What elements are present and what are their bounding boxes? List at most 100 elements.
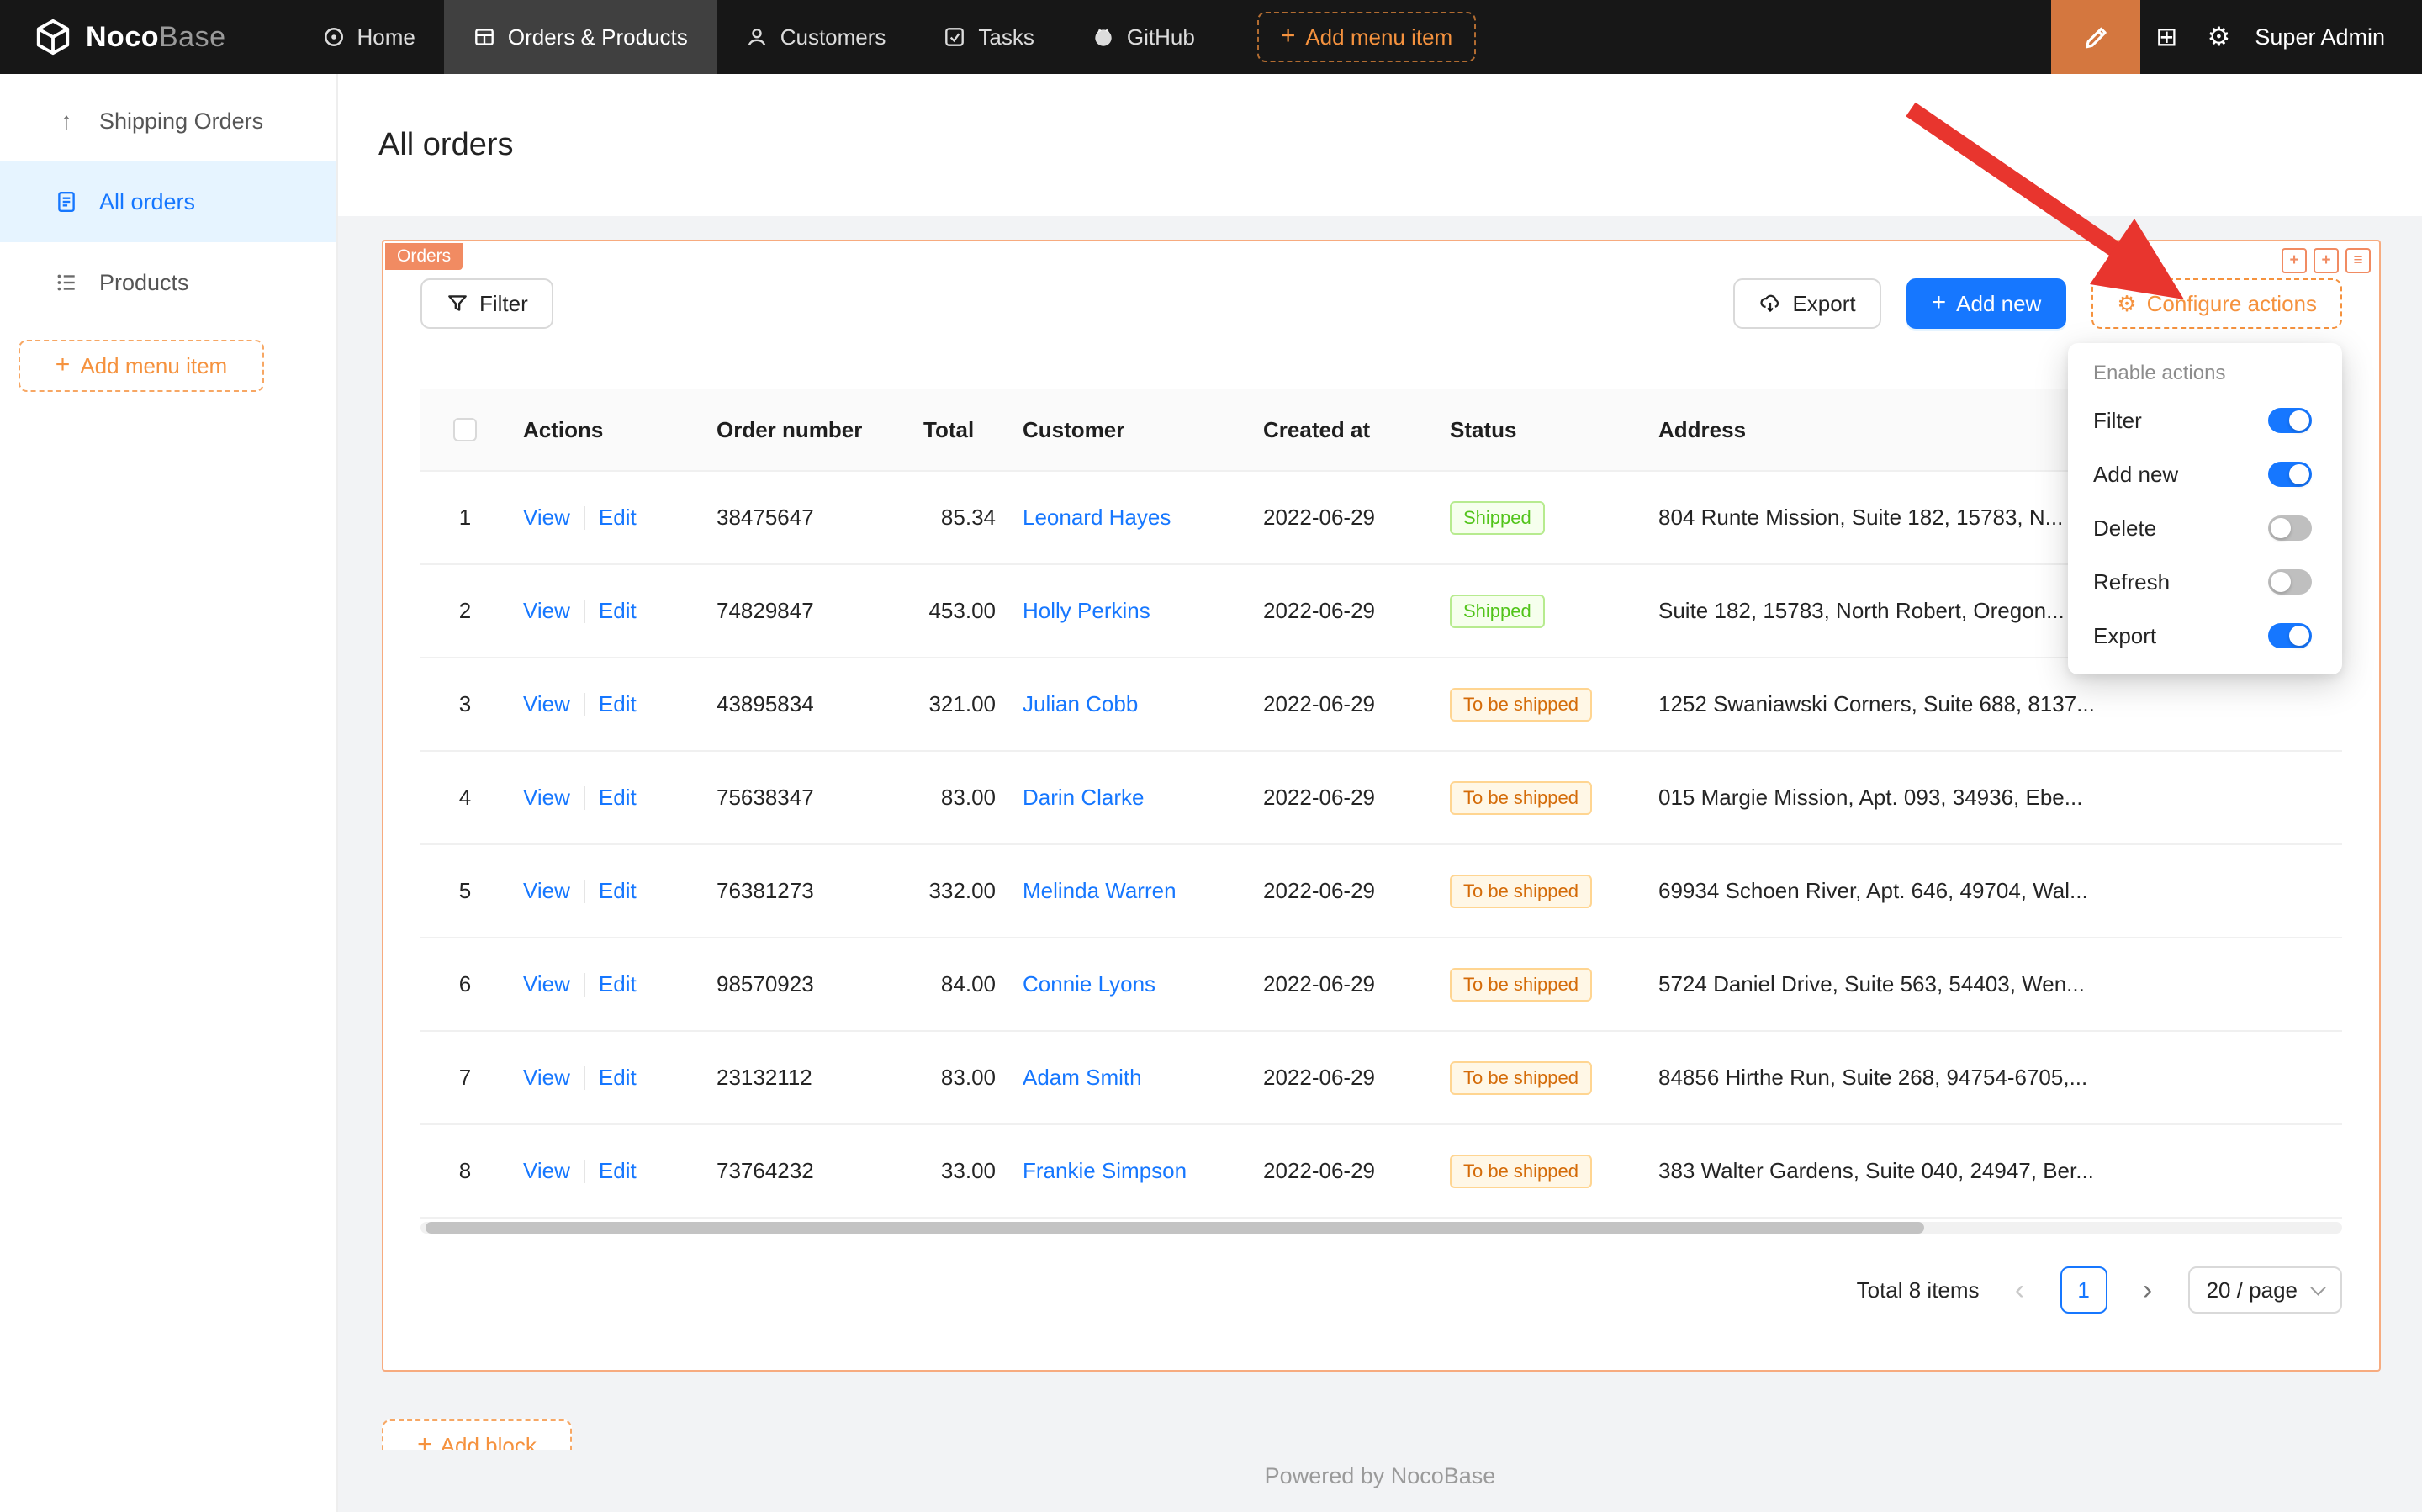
customer-link[interactable]: Frankie Simpson — [1023, 1158, 1187, 1183]
customer-link[interactable]: Darin Clarke — [1023, 785, 1145, 810]
block-menu-icon[interactable]: ≡ — [2345, 248, 2371, 273]
divider — [584, 506, 585, 530]
view-link[interactable]: View — [523, 878, 570, 904]
pagination-next-button[interactable]: › — [2129, 1266, 2166, 1314]
export-button[interactable]: Export — [1733, 278, 1880, 329]
status-badge: Shipped — [1450, 595, 1545, 628]
page-title: All orders — [378, 127, 514, 163]
powered-by-footer: Powered by NocoBase — [338, 1463, 2422, 1489]
export-toggle[interactable] — [2268, 623, 2312, 648]
top-navbar: NocoBase Home Orders & Products Customer… — [0, 0, 2422, 74]
column-header-status: Status — [1436, 417, 1645, 443]
page-header: All orders — [338, 74, 2422, 216]
refresh-toggle[interactable] — [2268, 569, 2312, 595]
view-link[interactable]: View — [523, 1158, 570, 1184]
menu-item-filter[interactable]: Filter — [2068, 394, 2342, 447]
menu-item-delete[interactable]: Delete — [2068, 501, 2342, 555]
add-new-button[interactable]: + Add new — [1906, 278, 2067, 329]
nav-item-customers[interactable]: Customers — [717, 0, 915, 74]
export-icon — [1758, 292, 1782, 315]
column-header-created-at: Created at — [1250, 417, 1436, 443]
edit-link[interactable]: Edit — [599, 691, 637, 717]
status-badge: Shipped — [1450, 501, 1545, 535]
table-row: 2 ViewEdit 74829847 453.00 Holly Perkins… — [420, 565, 2342, 658]
block-designer-tag: Orders — [385, 243, 463, 270]
menu-item-refresh[interactable]: Refresh — [2068, 555, 2342, 609]
pagination: Total 8 items ‹ 1 › 20 / page — [420, 1266, 2342, 1314]
select-all-checkbox[interactable] — [453, 418, 477, 441]
logo-text: NocoBase — [86, 21, 226, 54]
menu-item-export[interactable]: Export — [2068, 609, 2342, 663]
edit-link[interactable]: Edit — [599, 598, 637, 624]
home-icon — [322, 25, 346, 49]
customer-link[interactable]: Adam Smith — [1023, 1065, 1142, 1090]
nav-item-tasks[interactable]: Tasks — [914, 0, 1062, 74]
pagination-prev-button[interactable]: ‹ — [2002, 1266, 2039, 1314]
status-badge: To be shipped — [1450, 875, 1592, 908]
orders-table: Actions Order number Total Customer Crea… — [420, 389, 2342, 1219]
add-block-button[interactable]: + Add block — [382, 1419, 572, 1450]
edit-link[interactable]: Edit — [599, 971, 637, 997]
menu-item-add-new[interactable]: Add new — [2068, 447, 2342, 501]
sidebar-item-products[interactable]: Products — [0, 242, 336, 323]
table-row: 4 ViewEdit 75638347 83.00 Darin Clarke 2… — [420, 752, 2342, 845]
view-link[interactable]: View — [523, 785, 570, 811]
nav-item-home[interactable]: Home — [293, 0, 444, 74]
plus-icon: + — [56, 352, 71, 378]
sidebar-item-all-orders[interactable]: All orders — [0, 161, 336, 242]
plugins-grid-icon[interactable]: ⊞ — [2140, 0, 2192, 74]
add-column-icon[interactable]: + — [2314, 248, 2339, 273]
table-row: 7 ViewEdit 23132112 83.00 Adam Smith 202… — [420, 1032, 2342, 1125]
view-link[interactable]: View — [523, 691, 570, 717]
customer-link[interactable]: Julian Cobb — [1023, 691, 1138, 716]
tasks-icon — [943, 25, 966, 49]
filter-button[interactable]: Filter — [420, 278, 553, 329]
view-link[interactable]: View — [523, 598, 570, 624]
customer-link[interactable]: Connie Lyons — [1023, 971, 1155, 997]
edit-link[interactable]: Edit — [599, 878, 637, 904]
add-new-toggle[interactable] — [2268, 462, 2312, 487]
customer-link[interactable]: Holly Perkins — [1023, 598, 1150, 623]
divider — [584, 1066, 585, 1090]
divider — [584, 1160, 585, 1183]
customer-link[interactable]: Leonard Hayes — [1023, 505, 1171, 530]
pagination-page-1[interactable]: 1 — [2060, 1266, 2107, 1314]
plus-icon: + — [1281, 24, 1296, 49]
scrollbar-thumb[interactable] — [426, 1222, 1924, 1234]
configure-actions-button[interactable]: ⚙ Configure actions — [2091, 278, 2342, 329]
edit-link[interactable]: Edit — [599, 785, 637, 811]
table-toolbar: Filter Export + Add new ⚙ Configure acti… — [420, 278, 2342, 329]
navbar-right-cluster: ⊞ ⚙ Super Admin — [2051, 0, 2422, 74]
table-row: 3 ViewEdit 43895834 321.00 Julian Cobb 2… — [420, 658, 2342, 752]
table-row: 6 ViewEdit 98570923 84.00 Connie Lyons 2… — [420, 938, 2342, 1032]
sidebar-item-shipping-orders[interactable]: ↑ Shipping Orders — [0, 81, 336, 161]
view-link[interactable]: View — [523, 1065, 570, 1091]
pagination-total: Total 8 items — [1857, 1277, 1980, 1303]
add-block-icon[interactable]: + — [2282, 248, 2307, 273]
edit-link[interactable]: Edit — [599, 1065, 637, 1091]
table-header-row: Actions Order number Total Customer Crea… — [420, 389, 2342, 472]
view-link[interactable]: View — [523, 971, 570, 997]
dropdown-title: Enable actions — [2068, 343, 2342, 394]
nocobase-logo[interactable]: NocoBase — [0, 18, 260, 56]
nav-item-github[interactable]: GitHub — [1063, 0, 1224, 74]
ui-editor-toggle-button[interactable] — [2051, 0, 2140, 74]
user-menu[interactable]: Super Admin — [2255, 24, 2385, 50]
filter-toggle[interactable] — [2268, 408, 2312, 433]
edit-link[interactable]: Edit — [599, 1158, 637, 1184]
edit-link[interactable]: Edit — [599, 505, 637, 531]
nav-item-orders-products[interactable]: Orders & Products — [444, 0, 717, 74]
view-link[interactable]: View — [523, 505, 570, 531]
delete-toggle[interactable] — [2268, 515, 2312, 541]
block-designer-toolbar: + + ≡ — [2282, 248, 2371, 273]
column-header-actions: Actions — [510, 417, 703, 443]
logo-cube-icon — [34, 18, 72, 56]
sidebar-add-menu-item-button[interactable]: + Add menu item — [19, 340, 264, 392]
divider — [584, 600, 585, 623]
navbar-add-menu-item-button[interactable]: + Add menu item — [1257, 12, 1476, 62]
customer-link[interactable]: Melinda Warren — [1023, 878, 1177, 903]
page-size-select[interactable]: 20 / page — [2188, 1266, 2342, 1314]
table-row: 8 ViewEdit 73764232 33.00 Frankie Simpso… — [420, 1125, 2342, 1219]
plus-icon: + — [417, 1432, 432, 1451]
settings-gear-icon[interactable]: ⚙ — [2192, 0, 2245, 74]
